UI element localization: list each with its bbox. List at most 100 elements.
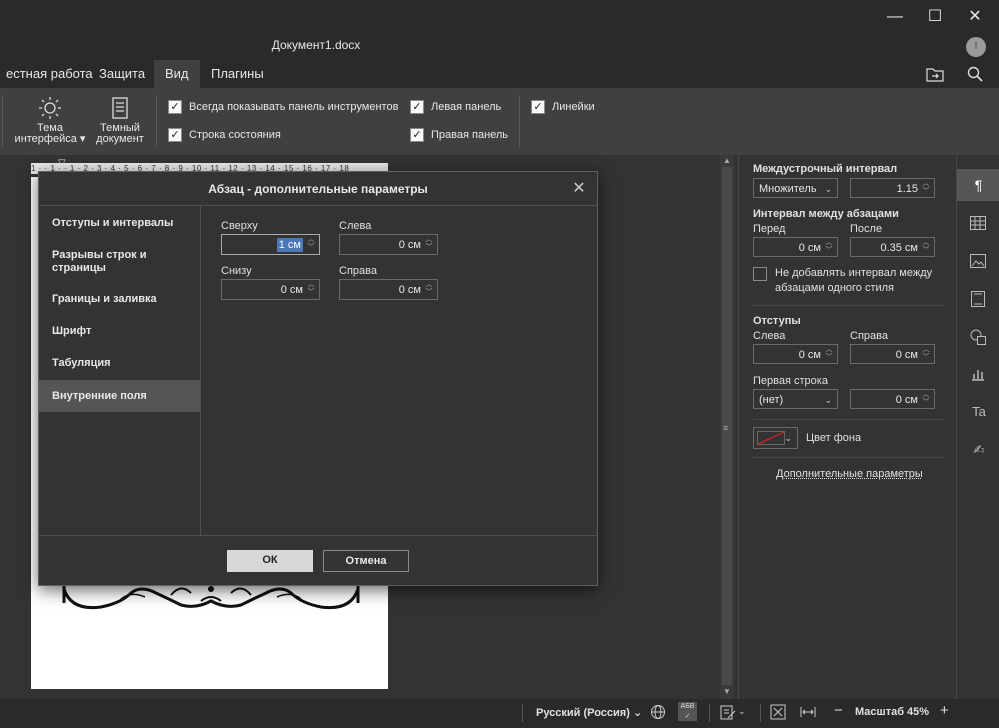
paragraph-settings-panel: Междустрочный интервал Множитель ⌄ 1.15 … <box>738 155 957 699</box>
first-line-input[interactable]: 0 см ︿ ﹀ <box>850 389 935 409</box>
maximize-button[interactable]: ☐ <box>920 6 950 28</box>
stepper-icon[interactable]: ︿ ﹀ <box>921 239 931 255</box>
dialog-header[interactable]: Абзац - дополнительные параметры ✕ <box>39 172 597 206</box>
avatar[interactable]: I <box>966 37 986 57</box>
dialog-footer: ОК Отмена <box>39 535 597 585</box>
stepper-icon[interactable]: ︿ ﹀ <box>424 281 434 297</box>
stepper-icon[interactable]: ︿ ﹀ <box>306 281 316 297</box>
spacing-before-value: 0 см <box>799 238 821 258</box>
nav-inner-margins[interactable]: Внутренние поля <box>39 380 200 412</box>
close-icon[interactable]: ✕ <box>569 179 589 199</box>
top-margin-input[interactable]: 1 см ︿ ﹀ <box>221 234 320 255</box>
signature-icon[interactable]: ✍ <box>968 439 990 461</box>
top-margin-label: Сверху <box>221 220 258 232</box>
first-line-label: Первая строка <box>753 375 828 387</box>
track-changes-icon[interactable] <box>720 704 736 720</box>
language-selector[interactable]: Русский (Россия) ⌄ <box>536 706 642 719</box>
left-panel-checkbox[interactable]: Левая панель <box>410 100 501 116</box>
stepper-icon[interactable]: ︿ ﹀ <box>921 180 931 196</box>
chevron-down-icon: ▾ <box>77 133 86 145</box>
zoom-out-button[interactable]: − <box>834 702 843 719</box>
nav-line-page-breaks-line2[interactable]: страницы <box>39 262 200 276</box>
right-margin-input[interactable]: 0 см ︿ ﹀ <box>339 279 438 300</box>
spacing-after-value: 0.35 см <box>880 238 918 258</box>
nav-tabs[interactable]: Табуляция <box>39 357 200 373</box>
table-icon[interactable] <box>970 216 986 230</box>
tab-protection[interactable]: Защита <box>88 60 156 88</box>
indent-left-label: Слева <box>753 330 785 342</box>
indent-right-input[interactable]: 0 см ︿ ﹀ <box>850 344 935 364</box>
line-spacing-input[interactable]: 1.15 ︿ ﹀ <box>850 178 935 198</box>
globe-icon[interactable] <box>650 704 666 720</box>
minimize-button[interactable]: — <box>880 6 910 28</box>
language-label: Русский (Россия) <box>536 707 630 719</box>
bottom-margin-input[interactable]: 0 см ︿ ﹀ <box>221 279 320 300</box>
tab-view[interactable]: Вид <box>154 60 200 88</box>
zoom-level[interactable]: Масштаб 45% <box>855 706 929 718</box>
indents-title: Отступы <box>753 315 801 327</box>
no-color-swatch-icon <box>757 431 785 445</box>
right-panel-checkbox[interactable]: Правая панель <box>410 128 508 144</box>
stepper-icon[interactable]: ︿ ﹀ <box>921 346 931 362</box>
nav-font[interactable]: Шрифт <box>39 325 200 341</box>
toolbar-divider <box>156 95 157 147</box>
stepper-icon[interactable]: ︿ ﹀ <box>921 391 931 407</box>
scroll-down-icon[interactable]: ▼ <box>723 687 731 696</box>
rulers-checkbox[interactable]: Линейки <box>531 100 595 116</box>
status-bar-checkbox[interactable]: Строка состояния <box>168 128 281 144</box>
dialog-title: Абзац - дополнительные параметры <box>39 182 597 196</box>
indent-left-input[interactable]: 0 см ︿ ﹀ <box>753 344 838 364</box>
dark-document-button[interactable]: Темный документ <box>92 96 148 145</box>
top-margin-value: 1 см <box>277 238 303 252</box>
spacing-after-input[interactable]: 0.35 см ︿ ﹀ <box>850 237 935 257</box>
tab-plugins[interactable]: Плагины <box>200 60 275 88</box>
before-label: Перед <box>753 223 785 235</box>
bottom-margin-label: Снизу <box>221 265 252 277</box>
line-spacing-title: Междустрочный интервал <box>753 163 897 175</box>
cancel-button[interactable]: Отмена <box>323 550 409 572</box>
text-art-icon[interactable]: Ta <box>968 401 990 423</box>
zoom-in-button[interactable]: + <box>940 702 949 719</box>
indent-marker-icon[interactable]: ▽ <box>58 158 66 169</box>
stepper-icon[interactable]: ︿ ﹀ <box>424 236 434 252</box>
close-window-button[interactable]: ✕ <box>960 6 990 28</box>
right-sidebar: ¶ Ta ✍ <box>956 155 999 699</box>
scroll-up-icon[interactable]: ▲ <box>723 156 731 165</box>
image-icon[interactable] <box>970 254 986 268</box>
interface-theme-button[interactable]: Тема интерфейса ▾ <box>12 96 88 145</box>
spell-check-button[interactable]: АБВ ✓ <box>678 702 697 721</box>
background-color-picker[interactable]: ⌄ <box>753 427 798 449</box>
vertical-scrollbar[interactable]: ▲ ≡ ▼ <box>720 155 734 699</box>
sun-icon <box>37 96 63 120</box>
left-margin-label: Слева <box>339 220 371 232</box>
stepper-icon[interactable]: ︿ ﹀ <box>824 346 834 362</box>
first-line-type-value: (нет) <box>759 390 783 410</box>
first-line-type-select[interactable]: (нет) ⌄ <box>753 389 838 409</box>
indent-left-value: 0 см <box>799 345 821 365</box>
stepper-icon[interactable]: ︿ ﹀ <box>824 239 834 255</box>
ok-button[interactable]: ОК <box>227 550 313 572</box>
advanced-settings-link[interactable]: Дополнительные параметры <box>776 468 923 480</box>
paragraph-icon[interactable]: ¶ <box>957 169 999 201</box>
shape-icon[interactable] <box>970 329 986 345</box>
spell-check-label: АБВ <box>681 703 695 710</box>
open-location-icon[interactable] <box>926 66 944 82</box>
line-spacing-type-select[interactable]: Множитель ⌄ <box>753 178 838 198</box>
header-footer-icon[interactable] <box>971 291 985 307</box>
divider <box>753 419 945 420</box>
nav-line-page-breaks[interactable]: Разрывы строк и <box>39 249 200 263</box>
nav-borders-fill[interactable]: Границы и заливка <box>39 293 200 309</box>
chart-icon[interactable] <box>971 367 985 381</box>
chevron-down-icon: ⌄ <box>824 179 832 199</box>
spacing-before-input[interactable]: 0 см ︿ ﹀ <box>753 237 838 257</box>
chevron-down-icon: ⌄ <box>633 707 642 719</box>
search-icon[interactable] <box>967 66 983 82</box>
always-show-toolbar-checkbox[interactable]: Всегда показывать панель инструментов <box>168 100 398 116</box>
nav-indents-spacing[interactable]: Отступы и интервалы <box>39 217 200 233</box>
fit-page-icon[interactable] <box>770 704 786 720</box>
left-margin-input[interactable]: 0 см ︿ ﹀ <box>339 234 438 255</box>
fit-width-icon[interactable] <box>800 704 816 720</box>
chevron-down-icon[interactable]: ⌄ <box>738 706 746 717</box>
stepper-icon[interactable]: ︿ ﹀ <box>306 236 316 252</box>
no-space-checkbox[interactable] <box>753 267 767 281</box>
